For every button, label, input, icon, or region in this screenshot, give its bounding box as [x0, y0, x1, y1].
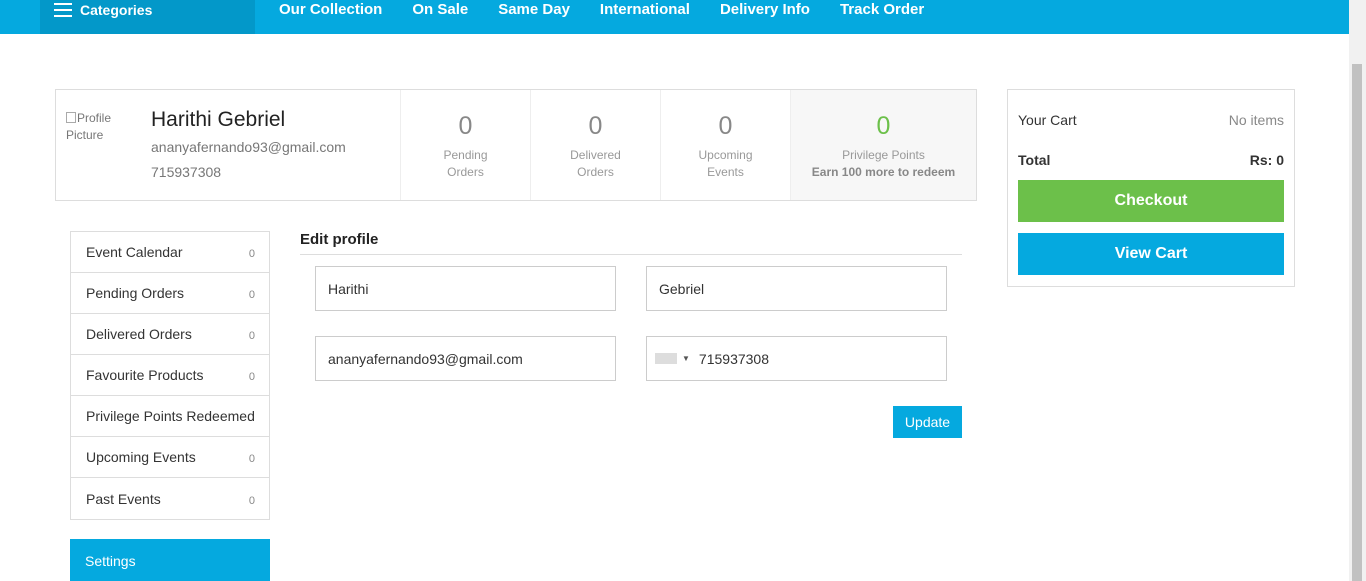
sidebar-item-label: Settings: [85, 553, 136, 569]
stat-value: 0: [588, 112, 603, 140]
sidebar-item-label: Upcoming Events: [86, 449, 196, 465]
categories-button[interactable]: Categories: [40, 0, 255, 34]
account-sidebar: Event Calendar 0 Pending Orders 0 Delive…: [70, 231, 270, 520]
sidebar-item-count: 0: [248, 330, 255, 342]
stat-pending-orders[interactable]: 0 Pending Orders: [400, 90, 530, 200]
nav-link-same-day[interactable]: Same Day: [498, 0, 570, 34]
stat-label: Orders: [577, 165, 614, 179]
profile-email: ananyafernando93@gmail.com: [151, 139, 346, 155]
sidebar-item-count: 0: [248, 453, 255, 465]
sidebar-item-label: Past Events: [86, 490, 161, 507]
sidebar-item-label: Event Calendar: [86, 244, 183, 260]
view-cart-button[interactable]: View Cart: [1018, 233, 1284, 275]
categories-label: Categories: [80, 2, 153, 18]
sidebar-item-event-calendar[interactable]: Event Calendar 0: [71, 232, 269, 273]
nav-link-delivery-info[interactable]: Delivery Info: [720, 0, 810, 34]
nav-link-on-sale[interactable]: On Sale: [412, 0, 468, 34]
sidebar-item-count: 0: [248, 371, 255, 383]
sidebar-item-upcoming-events[interactable]: Upcoming Events 0: [71, 437, 269, 478]
stat-label: Events: [707, 165, 744, 179]
sidebar-item-past-events[interactable]: Past Events 0: [71, 478, 269, 519]
sidebar-item-pending-orders[interactable]: Pending Orders 0: [71, 273, 269, 314]
stat-value: 0: [458, 112, 473, 140]
phone-value[interactable]: 715937308: [699, 351, 769, 367]
stat-upcoming-events[interactable]: 0 Upcoming Events: [660, 90, 790, 200]
nav-link-track-order[interactable]: Track Order: [840, 0, 924, 34]
stat-label: Privilege Points: [842, 148, 925, 162]
email-field[interactable]: [315, 336, 616, 381]
sidebar-item-count: 0: [248, 289, 255, 301]
menu-icon: [54, 2, 74, 18]
cart-total-label: Total: [1018, 152, 1051, 168]
divider: [300, 254, 962, 255]
checkout-button[interactable]: Checkout: [1018, 180, 1284, 222]
sidebar-item-label: Favourite Products: [86, 367, 204, 383]
edit-profile-title: Edit profile: [300, 231, 379, 248]
stat-label: Upcoming: [698, 148, 753, 162]
stat-label: Delivered: [570, 148, 621, 162]
sidebar-item-delivered-orders[interactable]: Delivered Orders 0: [71, 314, 269, 355]
stat-label: Pending: [443, 148, 488, 162]
first-name-field[interactable]: [315, 266, 616, 311]
sidebar-item-favourite-products[interactable]: Favourite Products 0: [71, 355, 269, 396]
cart-items-text: No items: [1228, 112, 1284, 128]
sidebar-item-settings[interactable]: Settings: [70, 539, 270, 581]
chevron-down-icon[interactable]: ▼: [682, 354, 690, 363]
profile-summary-card: Profile Picture Harithi Gebriel ananyafe…: [55, 89, 977, 201]
broken-image-icon: [66, 112, 76, 123]
stat-label: Orders: [447, 165, 484, 179]
nav-links: Our Collection On Sale Same Day Internat…: [279, 0, 954, 34]
sidebar-item-count: 0: [248, 494, 255, 507]
sidebar-item-privilege-points-redeemed[interactable]: Privilege Points Redeemed: [71, 396, 269, 437]
update-button[interactable]: Update: [893, 406, 962, 438]
sidebar-item-count: 0: [248, 248, 255, 260]
page-scrollbar-thumb[interactable]: [1352, 64, 1362, 581]
cart-total-value: Rs: 0: [1249, 152, 1284, 168]
cart-panel: Your Cart No items Total Rs: 0 Checkout …: [1007, 89, 1295, 287]
privilege-points-hint: Earn 100 more to redeem: [811, 165, 956, 179]
sidebar-item-label: Pending Orders: [86, 285, 185, 301]
nav-link-our-collection[interactable]: Our Collection: [279, 0, 382, 34]
stat-delivered-orders[interactable]: 0 Delivered Orders: [530, 90, 660, 200]
cart-title: Your Cart: [1018, 112, 1077, 128]
top-nav-bar: Categories Our Collection On Sale Same D…: [0, 0, 1349, 34]
sidebar-item-label: Privilege Points Redeemed: [86, 408, 255, 424]
stat-value: 0: [718, 112, 733, 140]
stat-value: 0: [876, 112, 891, 140]
last-name-field[interactable]: [646, 266, 947, 311]
sidebar-item-label: Delivered Orders: [86, 326, 192, 342]
avatar: Profile Picture: [66, 110, 136, 150]
phone-field[interactable]: ▼ 715937308: [646, 336, 947, 381]
profile-name: Harithi Gebriel: [151, 108, 286, 131]
nav-link-international[interactable]: International: [600, 0, 690, 34]
country-flag-icon[interactable]: [655, 353, 677, 364]
stat-privilege-points[interactable]: 0 Privilege Points Earn 100 more to rede…: [790, 90, 976, 200]
profile-phone: 715937308: [151, 164, 222, 180]
